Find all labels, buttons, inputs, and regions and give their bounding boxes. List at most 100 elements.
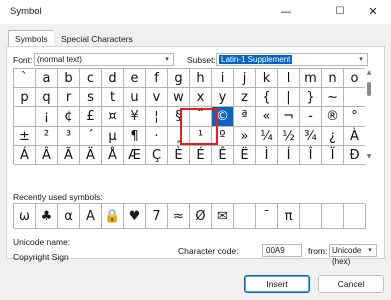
symbol-cell[interactable]: Ä xyxy=(80,145,102,165)
symbol-cell[interactable]: m xyxy=(300,69,322,89)
symbol-cell[interactable]: v xyxy=(146,88,168,108)
recent-symbol-cell[interactable]: α xyxy=(58,204,80,229)
symbol-cell[interactable]: g xyxy=(168,69,190,89)
symbol-cell[interactable]: ª xyxy=(234,107,256,127)
symbol-cell[interactable]: n xyxy=(322,69,344,89)
recent-symbol-cell[interactable]: 7 xyxy=(146,204,168,229)
symbol-cell[interactable]: Ê xyxy=(212,145,234,165)
symbol-cell[interactable]: h xyxy=(190,69,212,89)
symbol-cell[interactable]: Í xyxy=(278,145,300,165)
symbol-cell[interactable]: o xyxy=(344,69,366,89)
symbol-cell[interactable]: « xyxy=(256,107,278,127)
symbol-cell[interactable] xyxy=(14,107,36,127)
symbol-cell[interactable]: x xyxy=(190,88,212,108)
symbol-cell[interactable]: i xyxy=(212,69,234,89)
symbol-cell[interactable]: l xyxy=(278,69,300,89)
symbol-cell[interactable]: e xyxy=(124,69,146,89)
character-code-input[interactable]: 00A9 xyxy=(262,244,302,257)
symbol-cell[interactable]: ¶ xyxy=(124,126,146,146)
symbol-cell[interactable]: ¦ xyxy=(146,107,168,127)
symbol-cell[interactable]: s xyxy=(80,88,102,108)
font-select[interactable]: (normal text) ▾ xyxy=(34,53,174,66)
grid-scrollbar[interactable]: ▲ ▼ xyxy=(365,68,373,164)
symbol-cell[interactable]: À xyxy=(344,126,366,146)
symbol-cell[interactable]: p xyxy=(14,88,36,108)
symbol-cell[interactable]: Á xyxy=(14,145,36,165)
symbol-cell[interactable]: ¬ xyxy=(278,107,300,127)
tab-symbols[interactable]: Symbols xyxy=(8,30,55,47)
symbol-cell[interactable]: Â xyxy=(36,145,58,165)
recent-symbol-cell[interactable]: Ø xyxy=(190,204,212,229)
recent-symbol-cell[interactable] xyxy=(234,204,256,229)
recent-symbol-cell[interactable]: ✉ xyxy=(212,204,234,229)
scroll-up-icon[interactable]: ▲ xyxy=(365,69,373,79)
symbol-cell[interactable]: ® xyxy=(322,107,344,127)
symbol-cell[interactable]: ± xyxy=(14,126,36,146)
symbol-cell[interactable]: Ë xyxy=(234,145,256,165)
symbol-cell[interactable]: È xyxy=(168,145,190,165)
maximize-icon[interactable]: ☐ xyxy=(325,0,355,24)
recent-symbol-cell[interactable] xyxy=(344,204,366,229)
symbol-cell[interactable]: ¥ xyxy=(124,107,146,127)
symbol-cell[interactable]: ~ xyxy=(322,88,344,108)
symbol-cell[interactable]: { xyxy=(256,88,278,108)
recent-symbol-cell[interactable]: 🔒 xyxy=(102,204,124,229)
symbol-cell[interactable]: · xyxy=(146,126,168,146)
recent-symbol-cell[interactable]: ♥ xyxy=(124,204,146,229)
subset-select[interactable]: Latin-1 Supplement ▾ xyxy=(216,53,368,66)
recent-symbol-cell[interactable]: ≈ xyxy=(168,204,190,229)
symbol-cell[interactable]: y xyxy=(212,88,234,108)
close-icon[interactable]: ✕ xyxy=(358,0,388,24)
recent-symbol-cell[interactable]: Α xyxy=(80,204,102,229)
symbol-cell[interactable]: ² xyxy=(36,126,58,146)
symbol-cell[interactable]: ½ xyxy=(278,126,300,146)
symbol-cell[interactable]: ¼ xyxy=(256,126,278,146)
symbol-cell[interactable]: f xyxy=(146,69,168,89)
symbol-cell[interactable]: Î xyxy=(300,145,322,165)
symbol-cell[interactable]: w xyxy=(168,88,190,108)
insert-button[interactable]: Insert xyxy=(244,275,310,293)
symbol-cell[interactable]: Æ xyxy=(124,145,146,165)
recent-symbol-cell[interactable] xyxy=(300,204,322,229)
symbol-cell[interactable]: Ï xyxy=(322,145,344,165)
symbol-cell[interactable]: d xyxy=(102,69,124,89)
symbol-cell[interactable]: Ð xyxy=(344,145,366,165)
symbol-cell[interactable]: Å xyxy=(102,145,124,165)
recent-symbol-cell[interactable]: π xyxy=(278,204,300,229)
tab-special-characters[interactable]: Special Characters xyxy=(54,30,140,47)
symbol-cell[interactable]: ¾ xyxy=(300,126,322,146)
scroll-thumb[interactable] xyxy=(367,82,371,96)
symbol-cell[interactable]: Ç xyxy=(146,145,168,165)
symbol-cell[interactable]: u xyxy=(124,88,146,108)
symbol-cell[interactable]: t xyxy=(102,88,124,108)
symbol-cell[interactable]: » xyxy=(234,126,256,146)
scroll-down-icon[interactable]: ▼ xyxy=(365,153,373,163)
symbol-cell[interactable]: £ xyxy=(80,107,102,127)
symbol-cell[interactable]: Ã xyxy=(58,145,80,165)
symbol-cell[interactable]: ` xyxy=(14,69,36,89)
recent-symbol-cell[interactable] xyxy=(322,204,344,229)
symbol-cell[interactable]: b xyxy=(58,69,80,89)
symbol-cell[interactable]: q xyxy=(36,88,58,108)
symbol-cell[interactable]: É xyxy=(190,145,212,165)
symbol-cell[interactable]: c xyxy=(80,69,102,89)
symbol-cell[interactable]: k xyxy=(256,69,278,89)
symbol-cell[interactable] xyxy=(344,88,366,108)
symbol-cell[interactable]: ³ xyxy=(58,126,80,146)
recent-symbol-cell[interactable]: ω xyxy=(14,204,36,229)
cancel-button[interactable]: Cancel xyxy=(318,275,384,293)
symbol-cell[interactable]: ¢ xyxy=(58,107,80,127)
symbol-cell[interactable]: Ì xyxy=(256,145,278,165)
symbol-cell[interactable]: µ xyxy=(102,126,124,146)
symbol-cell[interactable]: } xyxy=(300,88,322,108)
symbol-cell[interactable]: j xyxy=(234,69,256,89)
recent-symbol-cell[interactable]: ♣ xyxy=(36,204,58,229)
symbol-cell[interactable]: ¡ xyxy=(36,107,58,127)
symbol-cell[interactable]: ´ xyxy=(80,126,102,146)
from-select[interactable]: Unicode (hex) ▾ xyxy=(329,244,377,266)
symbol-cell[interactable]: z xyxy=(234,88,256,108)
recent-symbol-cell[interactable]: ¯ xyxy=(256,204,278,229)
symbol-cell[interactable]: ° xyxy=(344,107,366,127)
symbol-cell[interactable]: a xyxy=(36,69,58,89)
symbol-cell[interactable]: ¿ xyxy=(322,126,344,146)
